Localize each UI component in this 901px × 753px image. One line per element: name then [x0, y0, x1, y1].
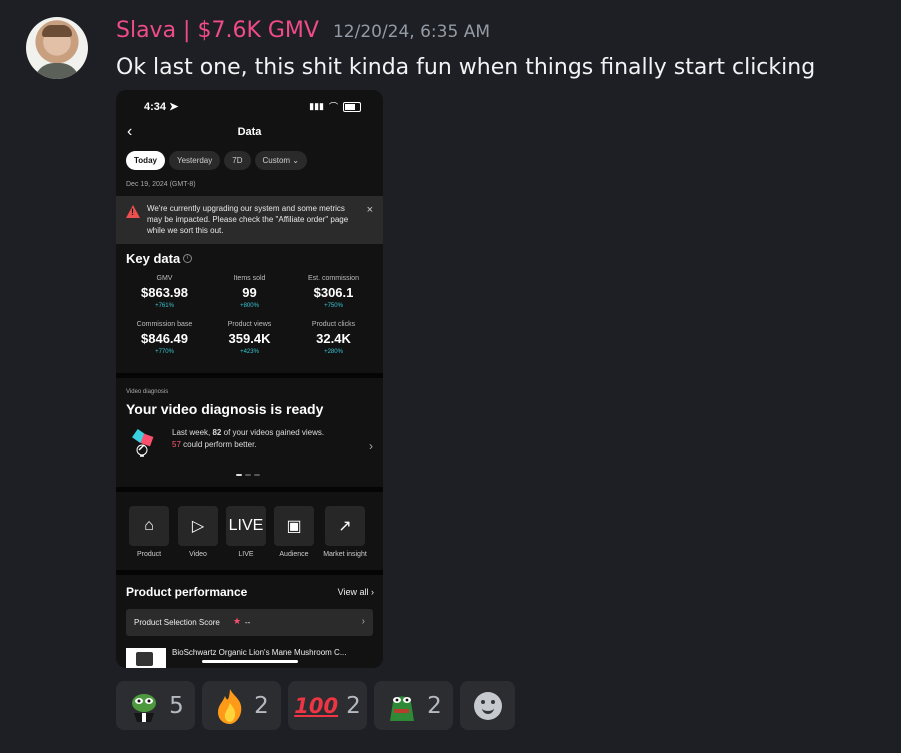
- video-diagnosis-label: Video diagnosis: [126, 389, 169, 395]
- tool-label-market-insight: Market insight: [323, 551, 367, 558]
- reaction-fire[interactable]: 2: [202, 681, 281, 730]
- screenshot-attachment[interactable]: 4:34 ➤ ▮▮▮ ⌒ ‹ Data Today Yesterday 7D Cu…: [116, 90, 383, 668]
- reaction-pepe[interactable]: 5: [116, 681, 195, 730]
- product-thumbnail: [126, 648, 166, 668]
- pepe-emoji-icon: [132, 693, 157, 722]
- signal-icon: ▮▮▮: [309, 101, 324, 111]
- divider: [116, 570, 383, 575]
- product-selection-score: Product Selection Score ★ -- ›: [126, 609, 373, 636]
- page-title: Data: [237, 126, 262, 138]
- diagnosis-icon: [132, 429, 154, 457]
- tab-7d: 7D: [224, 151, 251, 170]
- reaction-count: 2: [254, 692, 269, 719]
- message-header: Slava | $7.6K GMV 12/20/24, 6:35 AM: [116, 18, 490, 50]
- add-reaction-icon: [473, 691, 502, 720]
- warning-icon: [126, 205, 140, 218]
- view-all-link: View all ›: [337, 587, 374, 597]
- metric-est-commission: Est. commission $306.1 +750%: [308, 275, 359, 309]
- username[interactable]: Slava | $7.6K GMV: [116, 18, 319, 43]
- audience-tool-icon: ▣: [274, 506, 314, 546]
- metric-gmv: GMV $863.98 +761%: [141, 275, 188, 309]
- video-tool-icon: ▷: [178, 506, 218, 546]
- add-reaction-button[interactable]: [460, 681, 515, 730]
- info-icon: i: [183, 254, 192, 263]
- chevron-right-icon: ›: [369, 439, 373, 453]
- tab-today: Today: [126, 151, 165, 170]
- key-data-title: Key data: [126, 251, 181, 266]
- key-data-grid: GMV $863.98 +761% Items sold 99 +800% Est. c…: [116, 275, 383, 365]
- battery-icon: [343, 101, 361, 112]
- star-icon: ★: [233, 616, 242, 626]
- divider: [116, 373, 383, 378]
- live-tool-icon: LIVE: [226, 506, 266, 546]
- metric-items-sold: Items sold 99 +800%: [233, 275, 266, 309]
- carousel-dots: [236, 474, 260, 476]
- date-tabs: Today Yesterday 7D Custom ⌄: [126, 151, 307, 170]
- video-diagnosis-title: Your video diagnosis is ready: [126, 401, 324, 417]
- frog-emoji-icon: [390, 695, 415, 721]
- message-timestamp[interactable]: 12/20/24, 6:35 AM: [333, 22, 490, 42]
- phone-time: 4:34 ➤: [144, 101, 179, 113]
- product-tool-icon: ⌂: [129, 506, 169, 546]
- metric-product-clicks: Product clicks 32.4K +280%: [311, 321, 356, 355]
- hundred-emoji-icon: 100: [294, 693, 339, 718]
- video-diagnosis-text: Last week, 82 of your videos gained view…: [172, 428, 325, 449]
- product-name: BioSchwartz Organic Lion's Mane Mushroom…: [172, 648, 347, 657]
- market-insight-tool-icon: ↗: [325, 506, 365, 546]
- chevron-right-icon: ›: [361, 616, 365, 627]
- wifi-icon: ⌒: [328, 102, 338, 112]
- fire-emoji-icon: [218, 688, 242, 724]
- tab-yesterday: Yesterday: [168, 151, 221, 170]
- home-indicator: [202, 660, 298, 663]
- metric-product-views: Product views 359.4K +423%: [227, 321, 272, 355]
- divider: [116, 487, 383, 492]
- notice-text: We're currently upgrading our system and…: [147, 204, 349, 235]
- reaction-count: 5: [169, 692, 184, 719]
- tab-custom: Custom ⌄: [254, 151, 307, 170]
- message-text: Ok last one, this shit kinda fun when th…: [116, 55, 816, 80]
- product-performance-title: Product performance: [126, 585, 248, 599]
- reaction-count: 2: [427, 692, 442, 719]
- metric-commission-base: Commission base $846.49 +770%: [136, 321, 193, 355]
- user-avatar[interactable]: [26, 17, 88, 79]
- reaction-hundred[interactable]: 100 2: [288, 681, 367, 730]
- system-notice: We're currently upgrading our system and…: [116, 196, 383, 244]
- date-label: Dec 19, 2024 (GMT-8): [126, 181, 196, 188]
- phone-status-icons: ▮▮▮ ⌒: [309, 100, 361, 113]
- reaction-count: 2: [346, 692, 361, 719]
- close-icon: ×: [366, 204, 373, 216]
- reaction-frog[interactable]: 2: [374, 681, 453, 730]
